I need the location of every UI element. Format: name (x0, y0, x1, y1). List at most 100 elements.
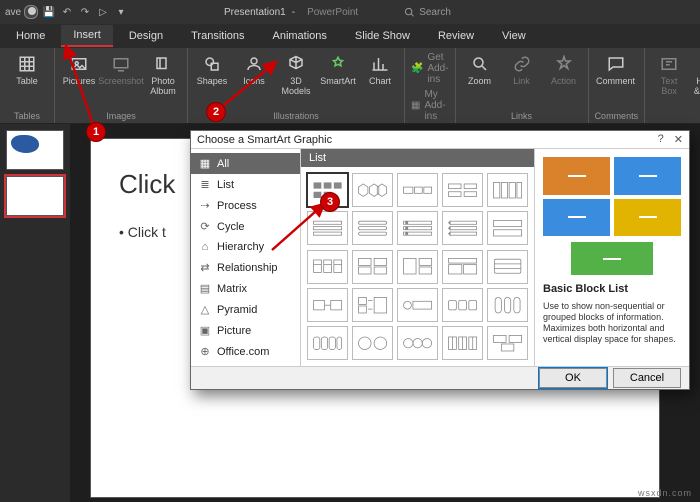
smartart-option[interactable] (397, 250, 438, 284)
category-all[interactable]: ▦All (191, 153, 300, 174)
smartart-option[interactable] (307, 211, 348, 245)
photo-album-icon (153, 54, 173, 74)
search-box[interactable]: Search (404, 7, 451, 18)
link-button[interactable]: Link (504, 52, 540, 88)
qat-more-icon[interactable]: ▾ (114, 5, 128, 19)
preview-pane: Basic Block List Use to show non-sequent… (534, 149, 689, 366)
tab-design[interactable]: Design (117, 26, 175, 46)
smartart-option[interactable] (352, 211, 393, 245)
pictures-button[interactable]: Pictures (61, 52, 97, 88)
category-picture[interactable]: ▣Picture (191, 320, 300, 341)
quick-access-toolbar: ave 💾 ↶ ↷ ▷ ▾ (6, 5, 128, 19)
dialog-title: Choose a SmartArt Graphic (197, 134, 332, 146)
tab-insert[interactable]: Insert (61, 25, 113, 47)
3d-models-button[interactable]: 3D Models (278, 52, 314, 98)
group-tables: Table Tables (0, 48, 55, 123)
smartart-option[interactable] (487, 173, 528, 207)
category-process[interactable]: ⇢Process (191, 195, 300, 216)
icons-button[interactable]: Icons (236, 52, 272, 88)
smartart-option[interactable] (487, 250, 528, 284)
chart-icon (370, 54, 390, 74)
hierarchy-icon: ⌂ (199, 241, 211, 253)
undo-icon[interactable]: ↶ (60, 5, 74, 19)
dialog-titlebar[interactable]: Choose a SmartArt Graphic ? ✕ (191, 131, 689, 149)
photo-album-button[interactable]: Photo Album (145, 52, 181, 98)
smartart-option[interactable] (442, 250, 483, 284)
category-relationship[interactable]: ⇄Relationship (191, 257, 300, 278)
smartart-option[interactable] (442, 173, 483, 207)
group-images: Pictures Screenshot Photo Album Images (55, 48, 188, 123)
slide-thumbnail[interactable] (6, 176, 64, 216)
shapes-icon (202, 54, 222, 74)
category-cycle[interactable]: ⟳Cycle (191, 216, 300, 237)
smartart-option[interactable] (487, 326, 528, 360)
autosave-label: ave (6, 5, 20, 19)
cycle-icon: ⟳ (199, 220, 211, 233)
zoom-button[interactable]: Zoom (462, 52, 498, 88)
ok-button[interactable]: OK (539, 368, 607, 388)
smartart-option[interactable] (352, 326, 393, 360)
smartart-option[interactable] (487, 288, 528, 322)
smartart-option[interactable] (442, 326, 483, 360)
smartart-option[interactable] (352, 173, 393, 207)
office-icon: ⊕ (199, 345, 211, 358)
shapes-button[interactable]: Shapes (194, 52, 230, 88)
text-box-button[interactable]: Text Box (651, 52, 687, 98)
header-footer-button[interactable]: Header & Footer (693, 52, 700, 98)
get-addins-button[interactable]: 🧩Get Add-ins (411, 52, 449, 85)
smartart-option[interactable] (307, 250, 348, 284)
annotation-badge-1: 1 (86, 122, 106, 142)
cancel-button[interactable]: Cancel (613, 368, 681, 388)
smartart-option[interactable] (397, 326, 438, 360)
smartart-option[interactable] (307, 288, 348, 322)
tab-review[interactable]: Review (426, 26, 486, 46)
preview-graphic (543, 157, 681, 277)
category-pyramid[interactable]: △Pyramid (191, 299, 300, 320)
tab-transitions[interactable]: Transitions (179, 26, 256, 46)
smartart-option[interactable] (442, 288, 483, 322)
smartart-option[interactable] (397, 173, 438, 207)
save-icon[interactable]: 💾 (42, 5, 56, 19)
category-office[interactable]: ⊕Office.com (191, 341, 300, 362)
app-name: PowerPoint (307, 7, 358, 18)
comment-button[interactable]: Comment (595, 52, 637, 88)
textbox-icon (659, 54, 679, 74)
smartart-option[interactable] (307, 326, 348, 360)
chart-button[interactable]: Chart (362, 52, 398, 88)
autosave-toggle[interactable] (24, 5, 38, 19)
smartart-dialog: Choose a SmartArt Graphic ? ✕ ▦All ≣List… (190, 130, 690, 390)
list-icon: ≣ (199, 178, 211, 191)
icons-icon (244, 54, 264, 74)
category-list[interactable]: ≣List (191, 174, 300, 195)
screenshot-button[interactable]: Screenshot (103, 52, 139, 88)
process-icon: ⇢ (199, 199, 211, 212)
table-button[interactable]: Table (6, 52, 48, 88)
tab-view[interactable]: View (490, 26, 538, 46)
category-matrix[interactable]: ▤Matrix (191, 278, 300, 299)
slide-thumbnail-panel[interactable] (0, 124, 70, 502)
tab-animations[interactable]: Animations (261, 26, 339, 46)
group-links: Zoom Link Action Links (456, 48, 589, 123)
search-icon (404, 7, 415, 18)
smartart-option[interactable] (397, 211, 438, 245)
store-icon: 🧩 (411, 63, 423, 74)
smartart-icon (328, 54, 348, 74)
close-icon[interactable]: ✕ (674, 133, 683, 146)
smartart-option[interactable] (397, 288, 438, 322)
tab-slideshow[interactable]: Slide Show (343, 26, 422, 46)
my-addins-button[interactable]: ▦My Add-ins (411, 89, 449, 122)
preview-name: Basic Block List (543, 283, 681, 295)
redo-icon[interactable]: ↷ (78, 5, 92, 19)
help-icon[interactable]: ? (658, 133, 664, 146)
start-from-beginning-icon[interactable]: ▷ (96, 5, 110, 19)
action-button[interactable]: Action (546, 52, 582, 88)
smartart-option[interactable] (487, 211, 528, 245)
slide-thumbnail[interactable] (6, 130, 64, 170)
pyramid-icon: △ (199, 303, 211, 316)
smartart-button[interactable]: SmartArt (320, 52, 356, 88)
smartart-option[interactable] (352, 250, 393, 284)
smartart-option[interactable] (352, 288, 393, 322)
tab-home[interactable]: Home (4, 26, 57, 46)
category-hierarchy[interactable]: ⌂Hierarchy (191, 237, 300, 257)
smartart-option[interactable] (442, 211, 483, 245)
